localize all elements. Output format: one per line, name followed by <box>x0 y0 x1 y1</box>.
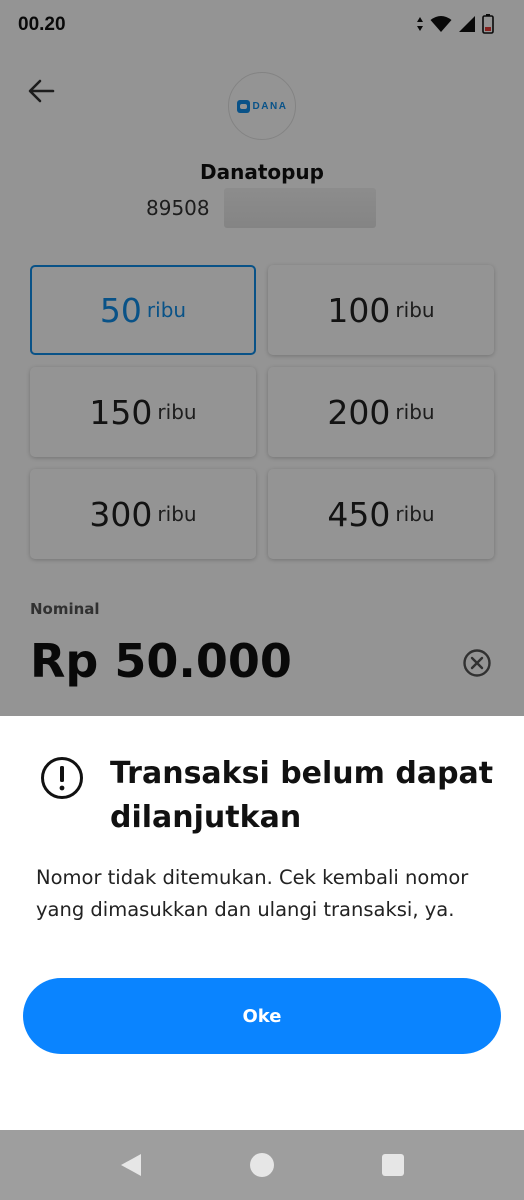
alert-icon <box>41 757 83 799</box>
nav-recents-icon[interactable] <box>382 1154 404 1176</box>
error-bottom-sheet: Transaksi belum dapat dilanjutkan Nomor … <box>0 716 524 1130</box>
dialog-message: Nomor tidak ditemukan. Cek kembali nomor… <box>36 866 469 921</box>
nav-home-icon[interactable] <box>250 1153 274 1177</box>
nav-back-icon[interactable] <box>119 1152 143 1178</box>
modal-backdrop[interactable] <box>0 0 524 716</box>
topup-screen: 00.20 DANA Danatopup 89508 50 ribu 100 r… <box>0 0 524 1200</box>
navigation-bar <box>0 1130 524 1200</box>
ok-button[interactable]: Oke <box>23 978 501 1054</box>
dialog-title: Transaksi belum dapat dilanjutkan <box>110 756 494 835</box>
